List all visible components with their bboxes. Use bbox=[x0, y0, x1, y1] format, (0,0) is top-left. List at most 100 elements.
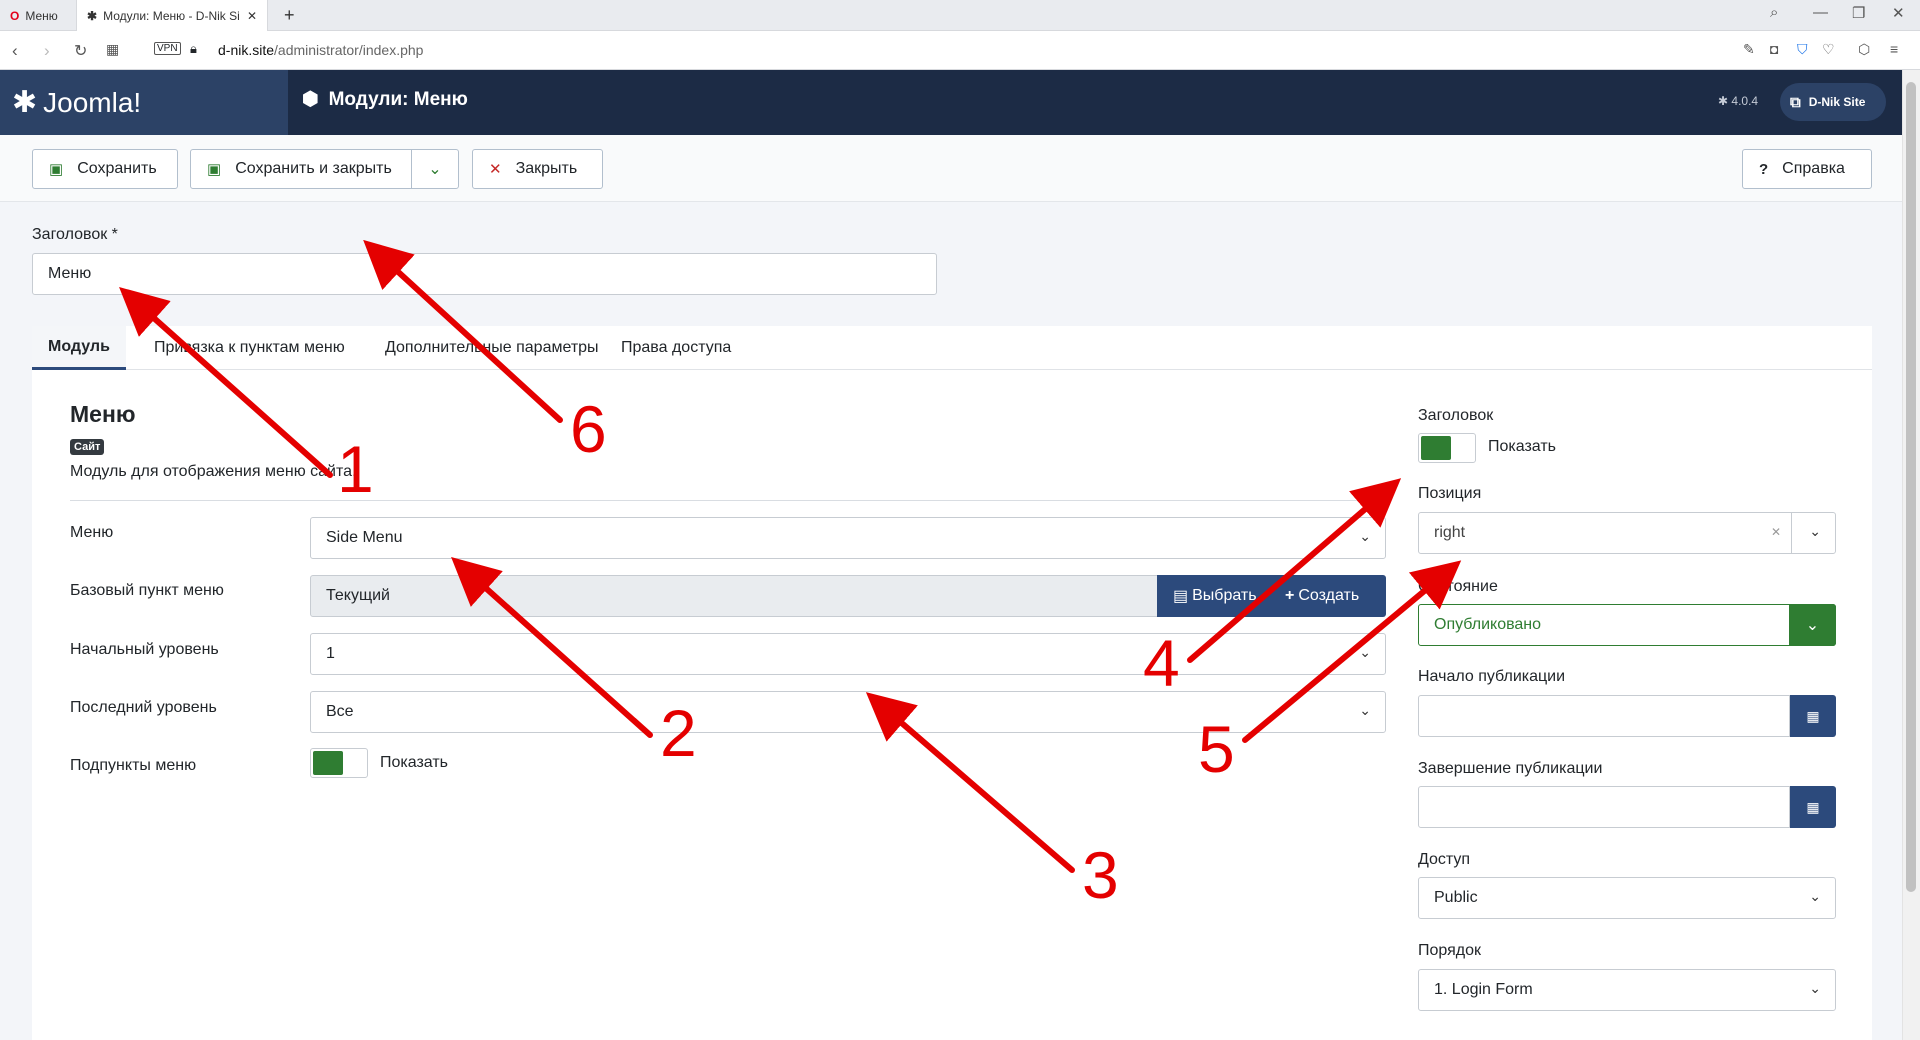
status-value: Опубликовано bbox=[1434, 616, 1542, 633]
access-label: Доступ bbox=[1418, 851, 1471, 868]
chevron-down-icon: ⌄ bbox=[428, 161, 442, 178]
site-badge: Сайт bbox=[70, 439, 105, 455]
external-link-icon: ⧉ bbox=[1790, 93, 1801, 111]
show-title-toggle[interactable] bbox=[1418, 433, 1476, 463]
browser-tab-title: Меню bbox=[25, 8, 58, 23]
browser-tab[interactable]: O Меню bbox=[0, 0, 76, 31]
opera-icon: O bbox=[10, 8, 20, 23]
title-input[interactable]: Меню bbox=[32, 253, 937, 295]
access-value: Public bbox=[1434, 889, 1478, 906]
chevron-down-icon: ⌄ bbox=[1789, 604, 1836, 646]
browser-tab-title: Модули: Меню - D-Nik Si bbox=[103, 8, 239, 23]
publish-start-label: Начало публикации bbox=[1418, 668, 1566, 685]
tab-permissions[interactable]: Права доступа bbox=[605, 326, 747, 370]
url-domain: d-nik.site bbox=[218, 42, 275, 58]
start-level-value: 1 bbox=[326, 645, 335, 662]
chevron-down-icon: ⌄ bbox=[1359, 528, 1371, 544]
browser-tab-active[interactable]: ✱ Модули: Меню - D-Nik Si ✕ bbox=[76, 0, 268, 31]
submenu-toggle[interactable] bbox=[310, 748, 368, 778]
version-text: 4.0.4 bbox=[1731, 94, 1759, 108]
toggle-knob bbox=[1421, 436, 1451, 460]
position-select[interactable]: right ✕ ⌄ bbox=[1418, 512, 1836, 554]
new-tab-button[interactable]: + bbox=[274, 0, 305, 31]
end-level-value: Все bbox=[326, 703, 354, 720]
back-icon[interactable]: ‹ bbox=[12, 41, 18, 61]
heart-icon[interactable]: ♡ bbox=[1822, 41, 1835, 58]
joomla-small-icon: ✱ bbox=[1718, 94, 1729, 108]
shield-icon[interactable]: ⛉ bbox=[1797, 41, 1808, 58]
page-title: ⬢ Модули: Меню bbox=[302, 88, 468, 111]
form-tabs: Модуль Привязка к пунктам меню Дополните… bbox=[32, 326, 1872, 370]
edit-icon[interactable]: ✎ bbox=[1743, 41, 1755, 58]
show-title-toggle-label: Показать bbox=[1488, 438, 1557, 455]
tab-advanced[interactable]: Дополнительные параметры bbox=[369, 326, 615, 370]
vpn-badge[interactable]: VPN bbox=[154, 42, 181, 55]
access-select[interactable]: Public ⌄ bbox=[1418, 877, 1836, 919]
reload-icon[interactable]: ↻ bbox=[74, 41, 87, 61]
module-heading: Меню bbox=[70, 401, 136, 427]
help-button[interactable]: ? Справка bbox=[1742, 149, 1872, 189]
select-button-label: Выбрать bbox=[1192, 587, 1257, 604]
publish-start-input[interactable] bbox=[1418, 695, 1790, 737]
tab-module[interactable]: Модуль bbox=[32, 326, 126, 370]
calendar-icon[interactable]: ▦ bbox=[1790, 786, 1836, 828]
create-button[interactable]: + Создать bbox=[1281, 587, 1359, 605]
close-button[interactable]: ✕ Закрыть bbox=[472, 149, 603, 189]
url-path: /administrator/index.php bbox=[274, 42, 424, 58]
save-dropdown-button[interactable]: ⌄ bbox=[411, 149, 459, 189]
tab-menu-assignment[interactable]: Привязка к пунктам меню bbox=[138, 326, 361, 370]
save-label: Сохранить bbox=[77, 160, 157, 177]
menu-icon[interactable]: ≡ bbox=[1890, 41, 1898, 57]
search-icon[interactable]: ⌕ bbox=[1770, 4, 1778, 21]
restore-icon[interactable]: ❐ bbox=[1852, 4, 1865, 22]
module-description: Модуль для отображения меню сайта. bbox=[70, 463, 357, 480]
save-button[interactable]: ▣ Сохранить bbox=[32, 149, 178, 189]
select-divider bbox=[1791, 513, 1792, 553]
close-tab-icon[interactable]: ✕ bbox=[247, 9, 257, 23]
start-level-select[interactable]: 1 ⌄ bbox=[310, 633, 1386, 675]
camera-icon[interactable]: ◘ bbox=[1770, 41, 1778, 57]
clear-icon[interactable]: ✕ bbox=[1771, 525, 1781, 539]
submenu-toggle-label: Показать bbox=[380, 754, 449, 771]
calendar-icon[interactable]: ▦ bbox=[1790, 695, 1836, 737]
cube-icon[interactable]: ⬡ bbox=[1858, 41, 1870, 58]
annotation-number-2: 2 bbox=[660, 696, 697, 770]
scrollbar-thumb[interactable] bbox=[1906, 82, 1916, 892]
chevron-down-icon: ⌄ bbox=[1809, 980, 1821, 996]
close-window-icon[interactable]: ✕ bbox=[1892, 4, 1905, 22]
joomla-favicon-icon: ✱ bbox=[87, 8, 98, 23]
minimize-icon[interactable]: — bbox=[1813, 4, 1828, 21]
close-icon: ✕ bbox=[489, 161, 502, 178]
toolbar: ▣ Сохранить ▣ Сохранить и закрыть ⌄ ✕ За… bbox=[0, 135, 1902, 202]
url-field[interactable]: d-nik.site/administrator/index.php bbox=[218, 42, 423, 58]
menu-select[interactable]: Side Menu ⌄ bbox=[310, 517, 1386, 559]
order-select[interactable]: 1. Login Form ⌄ bbox=[1418, 969, 1836, 1011]
joomla-logo-icon: ✱ bbox=[12, 86, 38, 119]
floppy-icon: ▣ bbox=[207, 161, 222, 178]
help-label: Справка bbox=[1782, 160, 1845, 177]
base-item-field: Текущий bbox=[310, 575, 1158, 617]
joomla-logo[interactable]: ✱ Joomla! bbox=[0, 70, 288, 135]
status-label: Состояние bbox=[1418, 578, 1498, 595]
cube-icon: ⬢ bbox=[302, 89, 319, 110]
forward-icon[interactable]: › bbox=[44, 41, 50, 61]
start-level-label: Начальный уровень bbox=[70, 641, 219, 658]
lock-icon: 🔒︎ bbox=[190, 41, 197, 56]
site-button[interactable]: ⧉ D-Nik Site bbox=[1780, 83, 1886, 121]
create-button-label: Создать bbox=[1298, 587, 1360, 604]
question-icon: ? bbox=[1759, 160, 1769, 178]
divider bbox=[70, 500, 1386, 501]
publish-end-label: Завершение публикации bbox=[1418, 760, 1603, 777]
publish-end-input[interactable] bbox=[1418, 786, 1790, 828]
select-button[interactable]: ▤ Выбрать bbox=[1157, 586, 1281, 606]
browser-tab-bar: O Меню ✱ Модули: Меню - D-Nik Si ✕ + ⌕ —… bbox=[0, 0, 1920, 31]
position-value: right bbox=[1434, 524, 1466, 541]
annotation-number-6: 6 bbox=[570, 392, 607, 466]
status-select[interactable]: Опубликовано ⌄ bbox=[1418, 604, 1836, 646]
speed-dial-icon[interactable]: ▦ bbox=[106, 41, 119, 58]
order-value: 1. Login Form bbox=[1434, 981, 1533, 998]
save-close-button[interactable]: ▣ Сохранить и закрыть bbox=[190, 149, 412, 189]
version-label: ✱ 4.0.4 bbox=[1718, 94, 1758, 108]
base-item-label: Базовый пункт меню bbox=[70, 582, 224, 599]
address-bar: ‹ › ↻ ▦ VPN 🔒︎ d-nik.site/administrator/… bbox=[0, 31, 1920, 70]
